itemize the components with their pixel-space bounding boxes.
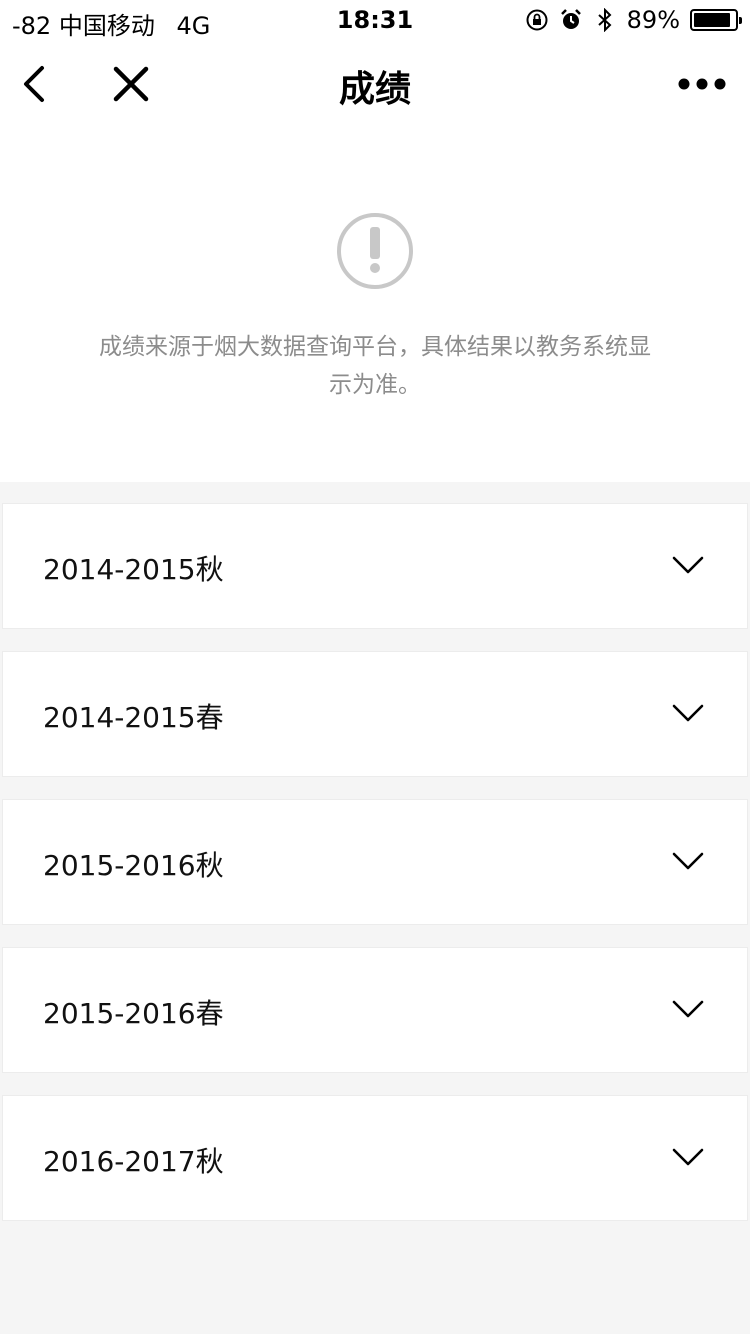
header-area: -82 中国移动 4G 18:31 89% 成绩 成绩来源于烟大数据查询平台，具…	[0, 0, 750, 482]
more-dots-icon[interactable]	[678, 70, 726, 98]
exclamation-circle-icon	[337, 213, 413, 289]
status-icons: 89%	[525, 6, 742, 34]
chevron-left-icon[interactable]	[16, 62, 56, 106]
notice-text: 成绩来源于烟大数据查询平台，具体结果以教务系统显 示为准。	[80, 328, 670, 404]
semester-item[interactable]: 2016-2017秋	[2, 1095, 748, 1221]
semester-item[interactable]: 2015-2016秋	[2, 799, 748, 925]
semester-label: 2014-2015春	[43, 701, 224, 734]
status-bar: -82 中国移动 4G 18:31 89%	[0, 0, 750, 40]
chevron-down-icon	[672, 1148, 704, 1166]
bluetooth-icon	[597, 8, 612, 32]
semester-label: 2016-2017秋	[43, 1145, 224, 1178]
chevron-down-icon	[672, 852, 704, 870]
semester-label: 2014-2015秋	[43, 553, 224, 586]
battery-fill	[694, 13, 730, 27]
semester-item[interactable]: 2015-2016春	[2, 947, 748, 1073]
orientation-lock-icon	[526, 9, 548, 31]
semester-item[interactable]: 2014-2015春	[2, 651, 748, 777]
semester-label: 2015-2016秋	[43, 849, 224, 882]
close-icon[interactable]	[110, 62, 152, 106]
chevron-down-icon	[672, 1000, 704, 1018]
battery-percent: 89%	[626, 6, 680, 34]
notice-line-2: 示为准。	[329, 372, 421, 398]
chevron-down-icon	[672, 704, 704, 722]
alarm-icon	[560, 9, 581, 29]
semester-item[interactable]: 2014-2015秋	[2, 503, 748, 629]
semester-label: 2015-2016春	[43, 997, 224, 1030]
navigation-bar: 成绩	[0, 40, 750, 128]
notice-line-1: 成绩来源于烟大数据查询平台，具体结果以教务系统显	[99, 334, 651, 360]
chevron-down-icon	[672, 556, 704, 574]
battery-icon	[690, 9, 742, 31]
